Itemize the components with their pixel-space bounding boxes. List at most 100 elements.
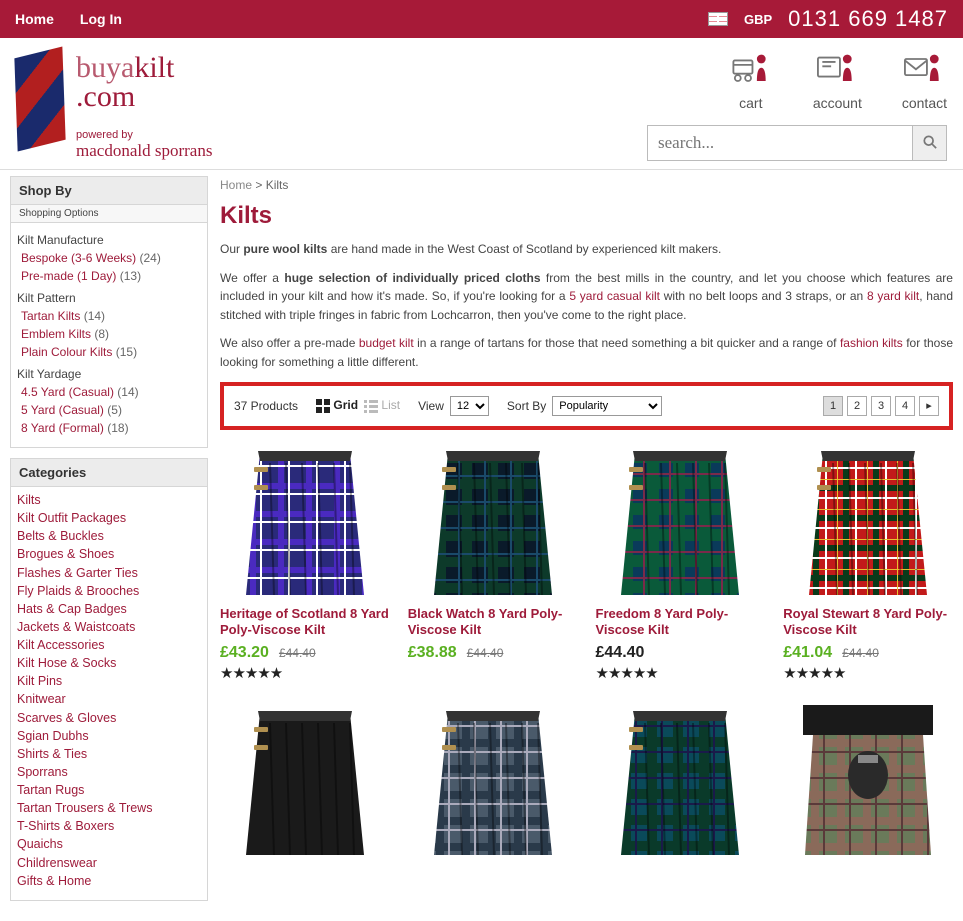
rating-stars: ★★★★★ xyxy=(783,664,953,682)
cart-link[interactable]: cart xyxy=(729,48,773,111)
account-link[interactable]: account xyxy=(813,48,862,111)
search-input[interactable] xyxy=(648,126,912,160)
link-5yard[interactable]: 5 yard casual kilt xyxy=(569,289,660,303)
category-link[interactable]: Gifts & Home xyxy=(17,874,91,888)
category-link[interactable]: Hats & Cap Badges xyxy=(17,602,127,616)
category-link[interactable]: Tartan Trousers & Trews xyxy=(17,801,152,815)
product-price: £38.88 £44.40 xyxy=(408,644,578,662)
categories-box: Categories Kilts Kilt Outfit Packages Belt… xyxy=(10,458,208,901)
logo-text-3: .com xyxy=(76,80,135,113)
breadcrumb-sep: > xyxy=(252,178,266,192)
category-link[interactable]: Sporrans xyxy=(17,765,68,779)
sort-label: Sort By xyxy=(507,399,546,413)
pager-page[interactable]: 3 xyxy=(871,396,891,416)
search-button[interactable] xyxy=(912,126,946,160)
product-card[interactable]: Black Watch 8 Yard Poly-Viscose Kilt£38.… xyxy=(408,440,578,682)
shop-by-head: Shop By xyxy=(11,177,207,205)
pager-next[interactable]: ▸ xyxy=(919,396,939,416)
filter-item[interactable]: Pre-made (1 Day) (13) xyxy=(17,267,201,285)
category-link[interactable]: Kilt Outfit Packages xyxy=(17,511,126,525)
filter-item[interactable]: 4.5 Yard (Casual) (14) xyxy=(17,383,201,401)
product-card[interactable]: Freedom 8 Yard Poly-Viscose Kilt£44.40★★… xyxy=(596,440,766,682)
product-card[interactable] xyxy=(596,700,766,860)
category-link[interactable]: Kilt Hose & Socks xyxy=(17,656,116,670)
category-link[interactable]: Shirts & Ties xyxy=(17,747,87,761)
category-link[interactable]: T-Shirts & Boxers xyxy=(17,819,114,833)
filter-group-head: Kilt Pattern xyxy=(17,291,201,305)
sort-select[interactable]: Popularity xyxy=(552,396,662,416)
topbar: Home Log In GBP 0131 669 1487 xyxy=(0,0,963,38)
product-image xyxy=(408,440,578,600)
product-name: Heritage of Scotland 8 Yard Poly-Viscose… xyxy=(220,606,390,640)
breadcrumb: Home > Kilts xyxy=(220,176,953,198)
toolbar: 37 Products Grid List View 12 S xyxy=(220,382,953,430)
category-link[interactable]: Sgian Dubhs xyxy=(17,729,89,743)
product-image xyxy=(783,440,953,600)
page-title: Kilts xyxy=(220,202,953,230)
product-card[interactable]: Royal Stewart 8 Yard Poly-Viscose Kilt £4… xyxy=(783,440,953,682)
product-image xyxy=(220,700,390,860)
breadcrumb-home[interactable]: Home xyxy=(220,178,252,192)
search-icon xyxy=(923,135,937,149)
nav-home[interactable]: Home xyxy=(15,11,54,27)
product-image xyxy=(220,440,390,600)
desc-p1: Our pure wool kilts are hand made in the… xyxy=(220,240,953,259)
product-image xyxy=(408,700,578,860)
category-link[interactable]: Brogues & Shoes xyxy=(17,547,114,561)
view-list[interactable]: List xyxy=(364,398,400,413)
product-price: £44.40 xyxy=(596,644,766,662)
pager-page[interactable]: 4 xyxy=(895,396,915,416)
filter-group-head: Kilt Yardage xyxy=(17,367,201,381)
category-link[interactable]: Quaichs xyxy=(17,837,63,851)
category-link[interactable]: Belts & Buckles xyxy=(17,529,104,543)
filter-item[interactable]: Tartan Kilts (14) xyxy=(17,307,201,325)
product-card[interactable] xyxy=(220,700,390,860)
phone-number: 0131 669 1487 xyxy=(788,6,948,32)
link-budget[interactable]: budget kilt xyxy=(359,336,414,350)
view-grid[interactable]: Grid xyxy=(316,398,358,413)
filter-item[interactable]: Emblem Kilts (8) xyxy=(17,325,201,343)
product-card[interactable]: Heritage of Scotland 8 Yard Poly-Viscose… xyxy=(220,440,390,682)
filter-item[interactable]: Plain Colour Kilts (15) xyxy=(17,343,201,361)
category-link[interactable]: Kilt Pins xyxy=(17,674,62,688)
rating-stars: ★★★★★ xyxy=(596,664,766,682)
product-price: £41.04 £44.40 xyxy=(783,644,953,662)
product-image xyxy=(596,700,766,860)
view-label: View xyxy=(418,399,444,413)
account-label: account xyxy=(813,95,862,111)
pager-page[interactable]: 2 xyxy=(847,396,867,416)
category-link[interactable]: Flashes & Garter Ties xyxy=(17,566,138,580)
product-name: Royal Stewart 8 Yard Poly-Viscose Kilt xyxy=(783,606,953,640)
view-select[interactable]: 12 xyxy=(450,396,489,416)
link-8yard[interactable]: 8 yard kilt xyxy=(867,289,919,303)
categories-head: Categories xyxy=(11,459,207,487)
product-card[interactable] xyxy=(408,700,578,860)
category-link[interactable]: Kilts xyxy=(17,493,41,507)
category-link[interactable]: Childrenswear xyxy=(17,856,97,870)
rating-stars: ★★★★★ xyxy=(220,664,390,682)
filter-item[interactable]: Bespoke (3-6 Weeks) (24) xyxy=(17,249,201,267)
logo-tartan-icon xyxy=(14,46,65,151)
currency-selector[interactable]: GBP xyxy=(744,12,772,27)
filter-item[interactable]: 8 Yard (Formal) (18) xyxy=(17,419,201,437)
cart-label: cart xyxy=(729,95,773,111)
category-link[interactable]: Kilt Accessories xyxy=(17,638,105,652)
product-card[interactable] xyxy=(783,700,953,860)
search-box xyxy=(647,125,947,161)
uk-flag-icon xyxy=(708,12,728,26)
logo-powered: powered by xyxy=(76,129,212,141)
product-price: £43.20 £44.40 xyxy=(220,644,390,662)
sidebar: Shop By Shopping Options Kilt Manufactur… xyxy=(10,176,208,911)
category-link[interactable]: Tartan Rugs xyxy=(17,783,84,797)
desc-p3: We also offer a pre-made budget kilt in … xyxy=(220,334,953,371)
logo-sporrans: macdonald sporrans xyxy=(76,141,212,161)
category-link[interactable]: Jackets & Waistcoats xyxy=(17,620,135,634)
contact-link[interactable]: contact xyxy=(902,48,947,111)
category-link[interactable]: Knitwear xyxy=(17,692,66,706)
category-link[interactable]: Scarves & Gloves xyxy=(17,711,116,725)
nav-login[interactable]: Log In xyxy=(80,11,122,27)
filter-item[interactable]: 5 Yard (Casual) (5) xyxy=(17,401,201,419)
logo[interactable]: buyakilt .com powered by macdonald sporr… xyxy=(16,48,212,161)
link-fashion[interactable]: fashion kilts xyxy=(840,336,903,350)
category-link[interactable]: Fly Plaids & Brooches xyxy=(17,584,139,598)
